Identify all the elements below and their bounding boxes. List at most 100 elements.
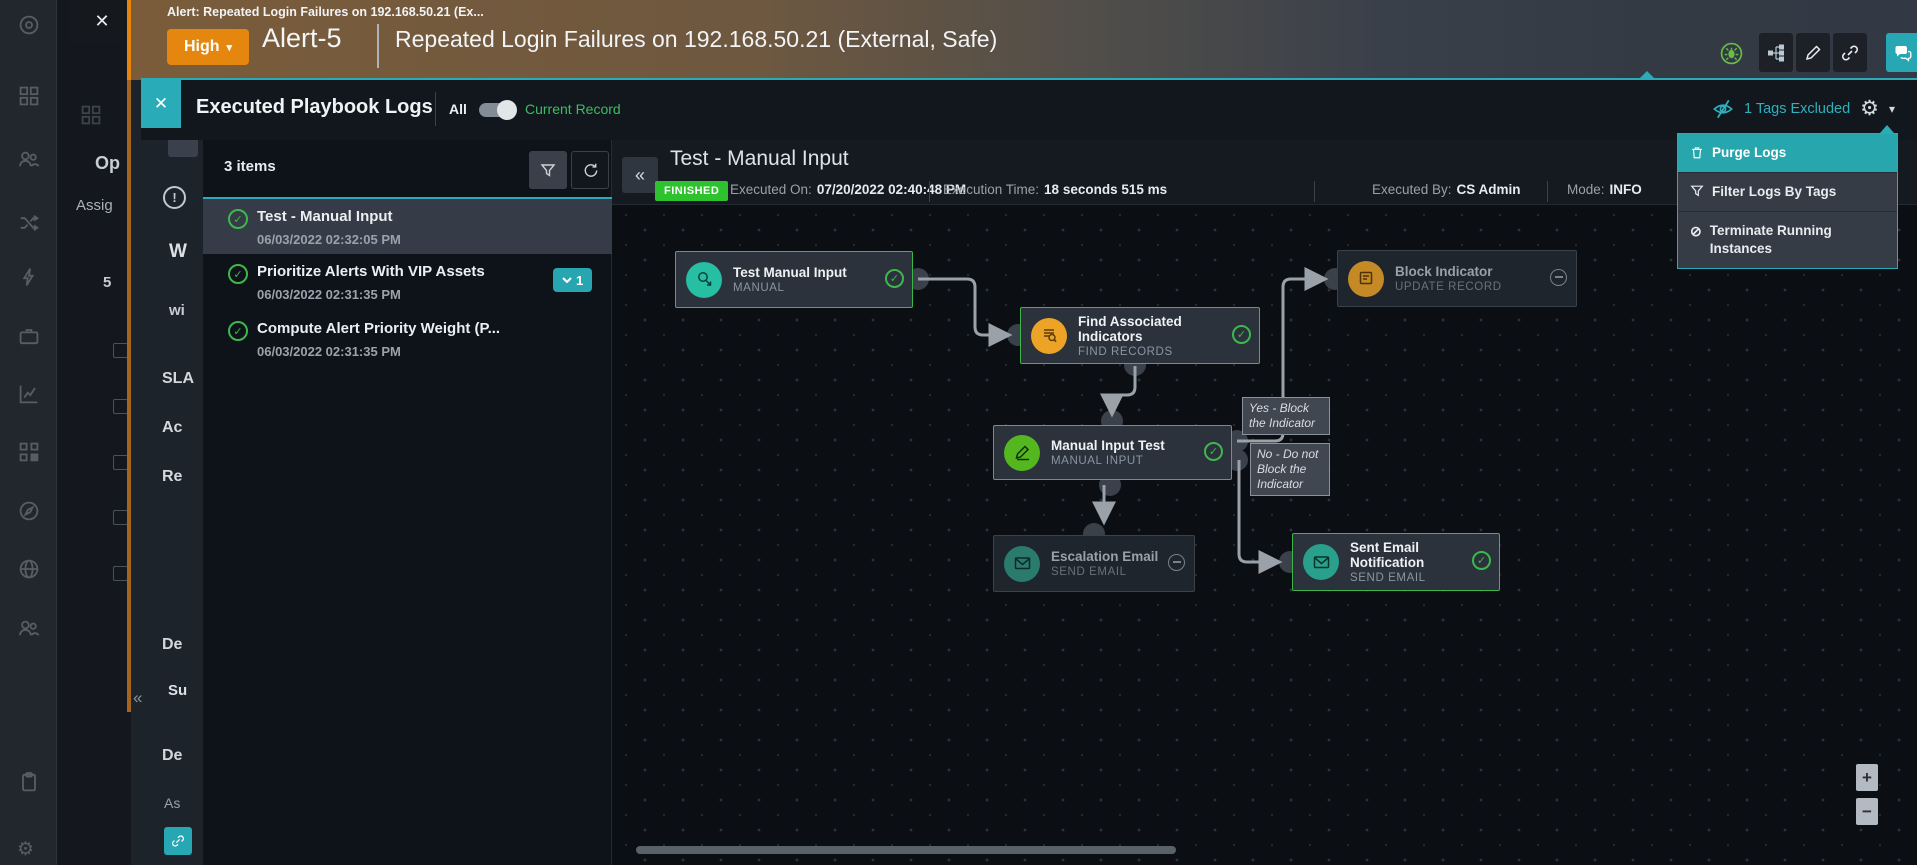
logs-panel-title: Executed Playbook Logs — [196, 96, 433, 118]
log-list-item[interactable]: ✓ Prioritize Alerts With VIP Assets 06/0… — [203, 254, 612, 311]
trash-icon — [1692, 147, 1702, 159]
edge-label-yes: Yes - Block the Indicator — [1242, 397, 1330, 435]
bg-checkbox — [113, 510, 128, 525]
menu-item-terminate-running-instances[interactable]: ⊘ Terminate Running Instances — [1678, 212, 1897, 268]
bg-checkbox — [113, 399, 128, 414]
sidebar-assets-icon[interactable] — [17, 324, 41, 348]
sidebar-teams-icon[interactable] — [17, 616, 41, 640]
refresh-button[interactable] — [571, 151, 609, 189]
success-check-icon: ✓ — [228, 264, 248, 284]
bg-collapse-chevron: « — [133, 688, 143, 707]
chevron-left-icon: « — [634, 164, 645, 185]
brand-logo-icon[interactable] — [17, 13, 41, 37]
bg-fragment: De — [162, 747, 183, 764]
collapse-list-button[interactable]: « — [622, 157, 658, 193]
sidebar-settings-icon[interactable]: ⚙ — [17, 838, 41, 862]
chevron-down-icon[interactable]: ▾ — [1889, 102, 1895, 116]
execution-mode: Mode: INFO — [1567, 182, 1642, 197]
execution-title: Test - Manual Input — [670, 147, 849, 170]
expand-children-badge[interactable]: 1 — [553, 268, 593, 292]
underlying-grid-icon — [79, 103, 103, 127]
edit-record-button[interactable] — [1796, 33, 1830, 72]
bg-fragment: 5 — [103, 274, 112, 291]
comments-button[interactable] — [1886, 33, 1917, 72]
zoom-in-button[interactable]: + — [1856, 764, 1878, 791]
toggle-all-label: All — [449, 101, 467, 117]
success-check-icon: ✓ — [228, 209, 248, 229]
toggle-current-record-label: Current Record — [525, 101, 621, 117]
executed-by: Executed By: CS Admin — [1372, 182, 1521, 197]
toggle-knob — [497, 100, 517, 120]
severity-badge[interactable]: High ▾ — [167, 29, 249, 65]
send-email-icon — [1303, 544, 1339, 580]
execution-time: Execution Time: 18 seconds 515 ms — [943, 182, 1168, 197]
find-records-icon — [1031, 317, 1067, 354]
node-sent-email-notification[interactable]: Sent Email Notification SEND EMAIL ✓ — [1292, 533, 1500, 591]
bg-fragment: De — [162, 636, 183, 653]
link-icon — [172, 835, 184, 847]
logs-close-button[interactable]: ✕ — [141, 80, 181, 128]
alert-title: Repeated Login Failures on 192.168.50.21… — [395, 26, 998, 52]
tags-excluded-group: 1 Tags Excluded ⚙ ▾ — [1712, 98, 1895, 120]
logs-panel-pointer — [1639, 71, 1655, 79]
logs-settings-menu: Purge Logs Filter Logs By Tags ⊘ Termina… — [1677, 133, 1898, 269]
node-block-indicator[interactable]: Block Indicator UPDATE RECORD — [1337, 250, 1577, 307]
bg-fragment: Ac — [162, 419, 183, 436]
bg-fragment: wi — [169, 302, 185, 319]
dropdown-pointer — [1880, 125, 1894, 133]
bg-fragment: Op — [95, 153, 120, 173]
chevron-down-icon — [562, 277, 572, 283]
zoom-out-button[interactable]: − — [1856, 798, 1878, 825]
log-list-item[interactable]: ✓ Test - Manual Input 06/03/2022 02:32:0… — [203, 197, 612, 254]
horizontal-scrollbar[interactable] — [636, 846, 1176, 854]
chat-icon — [1895, 45, 1912, 62]
sidebar-automation-icon[interactable] — [17, 265, 41, 289]
app-sidebar: ⚙ — [0, 0, 57, 865]
sidebar-modules-icon[interactable] — [17, 440, 41, 464]
node-test-manual-input[interactable]: Test Manual Input MANUAL ✓ — [675, 251, 913, 308]
link-icon — [1842, 45, 1858, 60]
manual-trigger-icon — [686, 261, 722, 298]
bg-fragment: Re — [162, 468, 183, 485]
playbook-logs-button[interactable] — [1759, 33, 1793, 72]
menu-item-filter-logs-by-tags[interactable]: Filter Logs By Tags — [1678, 173, 1897, 212]
gear-icon[interactable]: ⚙ — [1860, 98, 1879, 120]
bg-fragment: SLA — [162, 370, 194, 387]
warning-circle-icon: ! — [163, 186, 186, 209]
success-check-icon: ✓ — [1204, 441, 1223, 461]
sidebar-threat-intel-icon[interactable] — [17, 557, 41, 581]
success-check-icon: ✓ — [885, 268, 904, 288]
executed-on: Executed On: 07/20/2022 02:40:48 PM — [730, 182, 967, 197]
tags-excluded-label[interactable]: 1 Tags Excluded — [1744, 101, 1850, 117]
success-check-icon: ✓ — [228, 321, 248, 341]
bg-fragment: Su — [168, 682, 188, 699]
node-manual-input-test[interactable]: Manual Input Test MANUAL INPUT ✓ — [993, 425, 1232, 480]
sidebar-navigator-icon[interactable] — [17, 499, 41, 523]
manual-input-icon — [1004, 434, 1040, 471]
playbook-graph-canvas[interactable]: Test Manual Input MANUAL ✓ Find Associate… — [612, 205, 1917, 865]
panel-close-button[interactable]: ✕ — [70, 0, 134, 42]
bg-checkbox — [113, 566, 128, 581]
filter-button[interactable] — [529, 151, 567, 189]
app-screen: ⚙ Op Assig 5 ! W wi SLA Ac Re De Su De A… — [0, 0, 1917, 865]
funnel-icon — [540, 163, 556, 177]
menu-item-purge-logs[interactable]: Purge Logs — [1678, 134, 1897, 173]
pencil-icon — [1805, 44, 1821, 60]
eye-slash-icon[interactable] — [1712, 98, 1734, 120]
send-email-icon — [1004, 545, 1040, 582]
bug-status-icon[interactable] — [1720, 42, 1743, 65]
log-list-item[interactable]: ✓ Compute Alert Priority Weight (P... 06… — [203, 311, 612, 368]
link-record-header-button[interactable] — [1833, 33, 1867, 72]
bg-fragment: Assig — [76, 197, 113, 214]
sidebar-tasks-icon[interactable] — [17, 770, 41, 794]
close-icon: ✕ — [153, 94, 169, 113]
link-record-button[interactable] — [164, 827, 192, 855]
node-find-associated-indicators[interactable]: Find Associated Indicators FIND RECORDS ✓ — [1020, 307, 1260, 364]
sidebar-reports-icon[interactable] — [17, 382, 41, 406]
node-escalation-email[interactable]: Escalation Email SEND EMAIL — [993, 535, 1195, 592]
sidebar-routing-icon[interactable] — [17, 211, 41, 235]
playbook-log-list: 3 items ✓ Test - Manual Input 06/03/2022… — [203, 140, 612, 865]
sidebar-dashboard-icon[interactable] — [17, 84, 41, 108]
sidebar-users-icon[interactable] — [17, 147, 41, 171]
record-scope-toggle[interactable] — [479, 100, 517, 120]
